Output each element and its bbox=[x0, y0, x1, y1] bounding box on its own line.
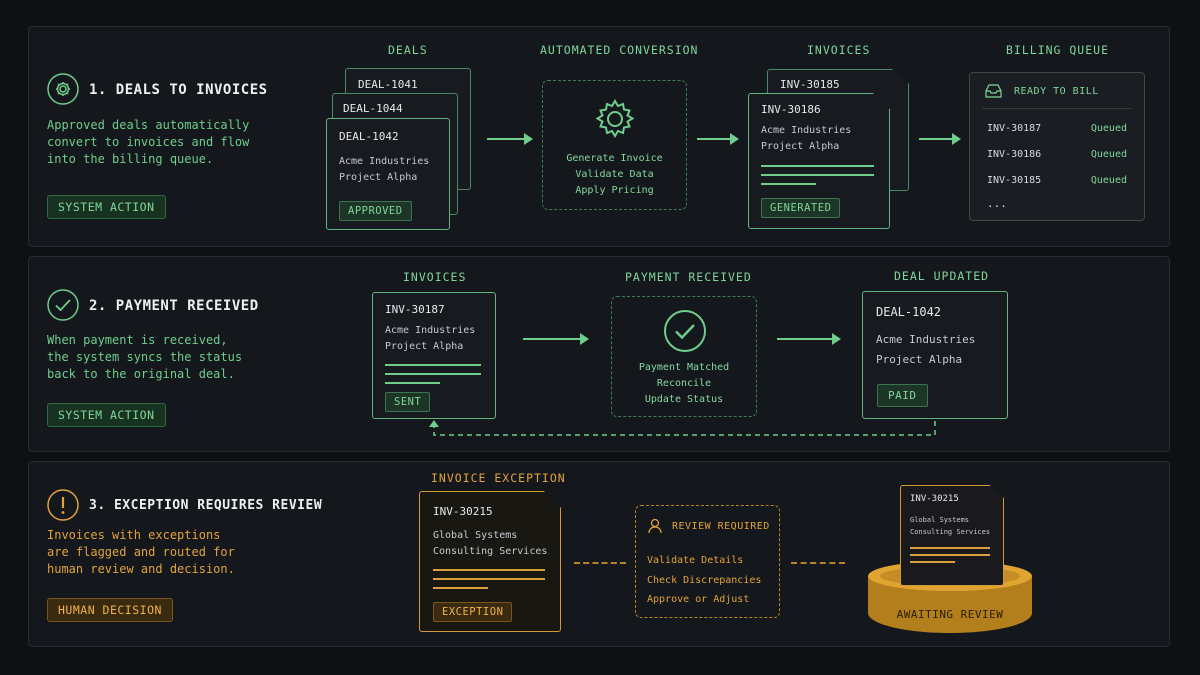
gear-icon bbox=[47, 73, 79, 105]
flow-arrow bbox=[697, 133, 739, 145]
text-line bbox=[761, 165, 874, 167]
review-header: REVIEW REQUIRED bbox=[672, 521, 770, 532]
queue-row[interactable]: INV-30187 Queued bbox=[987, 123, 1127, 134]
text-line bbox=[910, 547, 990, 549]
awaiting-invoice-card[interactable]: INV-30215 Global Systems Consulting Servi… bbox=[900, 485, 1004, 586]
flow-arrow bbox=[487, 133, 533, 145]
queue-row[interactable]: INV-30185 Queued bbox=[987, 175, 1127, 186]
text-line bbox=[385, 364, 481, 366]
approved-badge: APPROVED bbox=[339, 201, 412, 221]
payment-received-box: Payment Matched Reconcile Update Status bbox=[611, 296, 757, 417]
section-title: 2. PAYMENT RECEIVED bbox=[89, 298, 259, 314]
deal-card-updated[interactable]: DEAL-1042 Acme Industries Project Alpha P… bbox=[862, 291, 1008, 419]
warning-icon bbox=[47, 489, 79, 521]
gear-icon bbox=[595, 99, 635, 138]
system-action-badge: SYSTEM ACTION bbox=[47, 195, 166, 219]
column-header-invoices: INVOICES bbox=[807, 43, 871, 57]
inbox-icon bbox=[985, 84, 1002, 98]
exception-badge: EXCEPTION bbox=[433, 602, 513, 622]
billing-queue: READY TO BILL INV-30187 Queued INV-30186 Q… bbox=[969, 72, 1145, 221]
section-title: 1. DEALS TO INVOICES bbox=[89, 82, 268, 98]
connector-line bbox=[791, 562, 845, 564]
user-icon bbox=[648, 518, 662, 534]
section-description: Invoices with exceptions are flagged and … bbox=[47, 528, 235, 576]
awaiting-review-label: AWAITING REVIEW bbox=[896, 608, 1004, 621]
section-deals-to-invoices: 1. DEALS TO INVOICES Approved deals auto… bbox=[28, 26, 1170, 247]
flow-arrow bbox=[777, 333, 841, 345]
deal-card-front[interactable]: DEAL-1042 Acme Industries Project Alpha A… bbox=[326, 118, 450, 230]
section-payment-received: 2. PAYMENT RECEIVED When payment is rece… bbox=[28, 256, 1170, 452]
text-line bbox=[761, 183, 816, 185]
flow-arrow bbox=[523, 333, 589, 345]
sent-badge: SENT bbox=[385, 392, 431, 412]
column-header-conversion: AUTOMATED CONVERSION bbox=[540, 43, 699, 57]
column-header-billing-queue: BILLING QUEUE bbox=[1006, 43, 1110, 57]
sync-back-arrow bbox=[429, 420, 936, 436]
checkmark-icon bbox=[47, 289, 79, 321]
column-header-invoice-exception: INVOICE EXCEPTION bbox=[431, 471, 566, 485]
paid-badge: PAID bbox=[877, 384, 928, 407]
text-line bbox=[910, 554, 990, 556]
column-header-payment-received: PAYMENT RECEIVED bbox=[625, 270, 752, 284]
human-decision-badge: HUMAN DECISION bbox=[47, 598, 173, 622]
queue-more: ... bbox=[987, 197, 1007, 210]
section-exception-review: 3. EXCEPTION REQUIRES REVIEW Invoices wi… bbox=[28, 461, 1170, 647]
invoice-card-front[interactable]: INV-30186 Acme Industries Project Alpha G… bbox=[748, 93, 890, 229]
text-line bbox=[910, 561, 955, 563]
generated-badge: GENERATED bbox=[761, 198, 841, 218]
column-header-deals: DEALS bbox=[388, 43, 428, 57]
column-header-deal-updated: DEAL UPDATED bbox=[894, 269, 990, 283]
check-circle-icon bbox=[664, 310, 706, 352]
column-header-invoices: INVOICES bbox=[403, 270, 467, 284]
section-title: 3. EXCEPTION REQUIRES REVIEW bbox=[89, 498, 323, 513]
text-line bbox=[385, 373, 481, 375]
review-required-box: REVIEW REQUIRED Validate Details Check Di… bbox=[635, 505, 780, 618]
text-line bbox=[385, 382, 440, 384]
text-line bbox=[433, 578, 545, 580]
queue-header: READY TO BILL bbox=[1014, 86, 1099, 97]
automated-conversion-box: Generate Invoice Validate Data Apply Prici… bbox=[542, 80, 687, 210]
text-line bbox=[433, 587, 488, 589]
invoice-card[interactable]: INV-30187 Acme Industries Project Alpha S… bbox=[372, 292, 496, 419]
exception-invoice-card[interactable]: INV-30215 Global Systems Consulting Servi… bbox=[419, 491, 561, 632]
section-description: When payment is received, the system sync… bbox=[47, 333, 243, 381]
divider bbox=[982, 108, 1132, 109]
connector-line bbox=[574, 562, 626, 564]
text-line bbox=[433, 569, 545, 571]
section-description: Approved deals automatically convert to i… bbox=[47, 118, 250, 166]
text-line bbox=[761, 174, 874, 176]
flow-arrow bbox=[919, 133, 961, 145]
system-action-badge: SYSTEM ACTION bbox=[47, 403, 166, 427]
queue-row[interactable]: INV-30186 Queued bbox=[987, 149, 1127, 160]
